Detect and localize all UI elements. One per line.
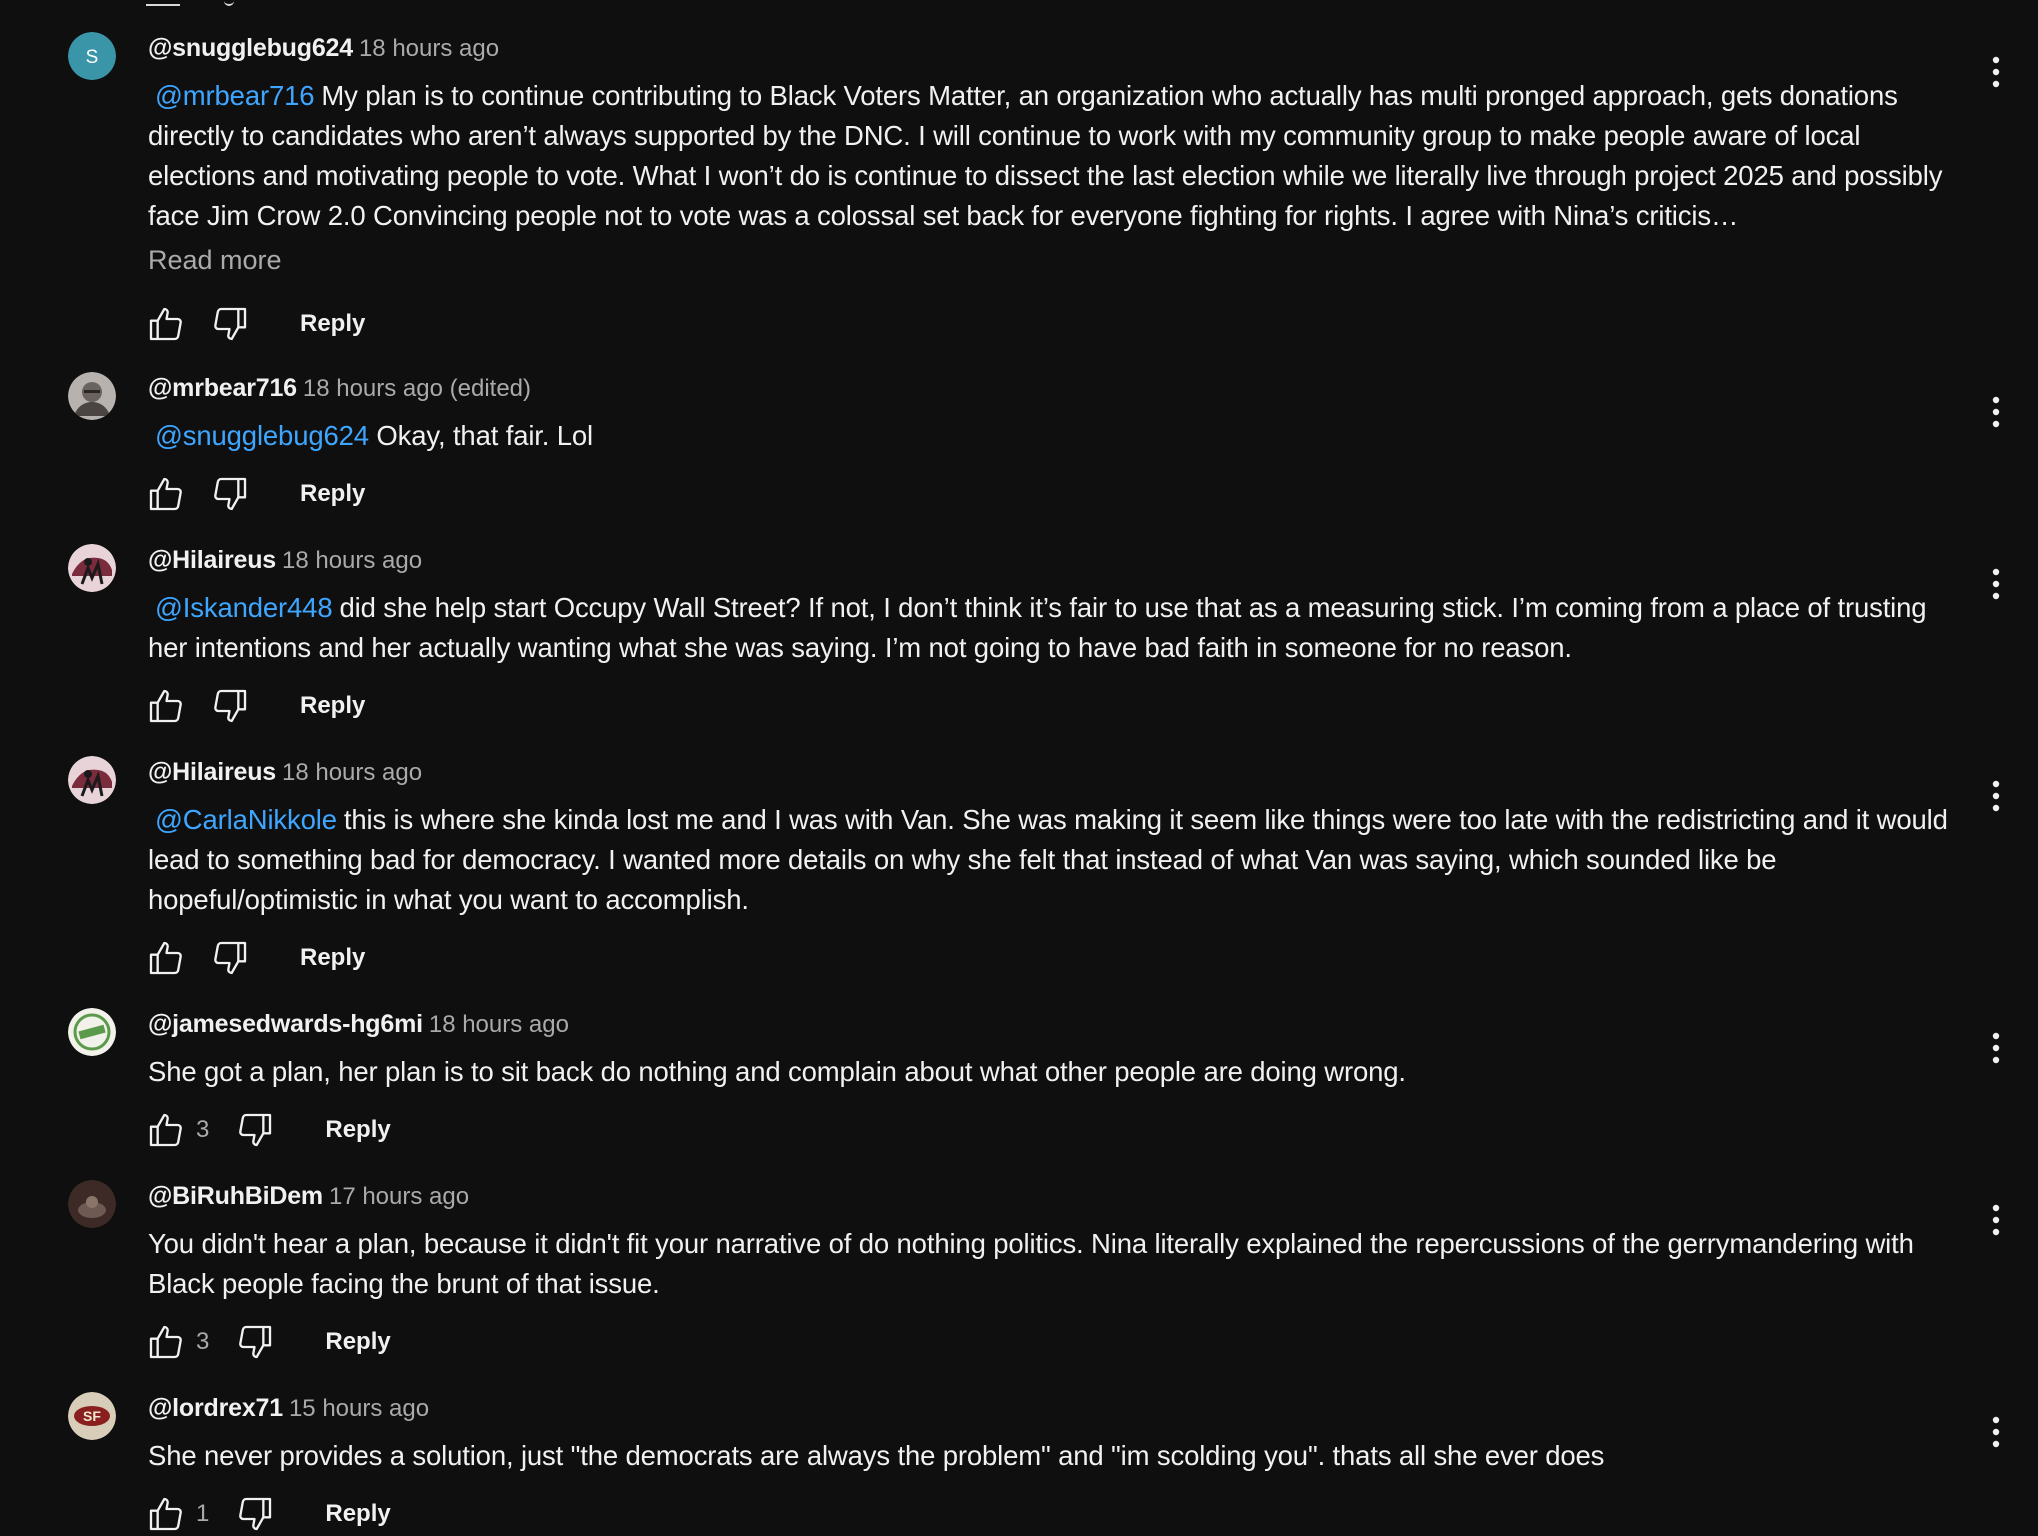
author-name[interactable]: @BiRuhBiDem [148,1182,323,1210]
comment-header: @jamesedwards-hg6mi 18 hours ago [148,1008,569,1040]
timestamp[interactable]: 17 hours ago [329,1183,469,1210]
avatar[interactable] [68,372,116,420]
more-vert-icon[interactable] [1978,1408,2014,1456]
comment-body: did she help start Occupy Wall Street? I… [148,592,1927,663]
comment-actions: Reply [144,302,365,346]
like-count: 3 [196,1328,210,1355]
profile-photo-icon [68,1180,116,1228]
reply-button[interactable]: Reply [300,480,365,508]
comment-body: this is where she kinda lost me and I wa… [148,804,1948,915]
comment-body: She never provides a solution, just "the… [148,1440,1605,1471]
comment-text: @Iskander448 did she help start Occupy Wa… [148,588,1958,668]
partial-like-icon[interactable] [146,0,180,6]
author-name[interactable]: @Hilaireus [148,546,276,574]
comment-body: She got a plan, her plan is to sit back … [148,1056,1406,1087]
reply-button[interactable]: Reply [325,1500,390,1528]
reply-button[interactable]: Reply [300,692,365,720]
timestamp[interactable]: 18 hours ago [282,759,422,786]
author-name[interactable]: @Hilaireus [148,758,276,786]
thumbs-down-icon[interactable] [233,1108,277,1152]
thumbs-down-icon[interactable] [208,472,252,516]
thumbs-up-icon[interactable] [144,684,188,728]
comment-actions: 3 Reply [144,1320,391,1364]
read-more-button[interactable]: Read more [148,242,282,278]
reply-button[interactable]: Reply [300,944,365,972]
thumbs-up-icon[interactable] [144,472,188,516]
author-name[interactable]: @mrbear716 [148,374,297,402]
comment-header: @mrbear716 18 hours ago (edited) [148,372,531,404]
comment-text: @snugglebug624 Okay, that fair. Lol [148,416,1958,456]
reply-button[interactable]: Reply [325,1116,390,1144]
thumbs-up-icon[interactable] [144,1492,188,1536]
mention-link[interactable]: @CarlaNikkole [155,804,337,835]
thumbs-down-icon[interactable] [233,1492,277,1536]
profile-photo-icon: SF [68,1392,116,1440]
thumbs-down-icon[interactable] [208,936,252,980]
svg-text:SF: SF [83,1408,101,1424]
avatar[interactable]: SF [68,1392,116,1440]
avatar[interactable]: S [68,32,116,80]
comment-actions: 3 Reply [144,1108,391,1152]
letter-avatar-icon: S [68,32,116,80]
comment-header: @lordrex71 15 hours ago [148,1392,429,1424]
comment-text: She never provides a solution, just "the… [148,1436,1958,1476]
comment-text: She got a plan, her plan is to sit back … [148,1052,1958,1092]
comment-text: You didn't hear a plan, because it didn'… [148,1224,1958,1304]
mention-link[interactable]: @snugglebug624 [155,420,369,451]
svg-text:S: S [86,47,99,68]
author-name[interactable]: @snugglebug624 [148,34,353,62]
timestamp[interactable]: 18 hours ago [429,1011,569,1038]
avatar[interactable] [68,1008,116,1056]
comment-body: My plan is to continue contributing to B… [148,80,1943,231]
avatar[interactable] [68,756,116,804]
comment-header: @Hilaireus 18 hours ago [148,756,422,788]
more-vert-icon[interactable] [1978,388,2014,436]
thumbs-up-icon[interactable] [144,936,188,980]
author-name[interactable]: @lordrex71 [148,1394,283,1422]
timestamp[interactable]: 18 hours ago [359,35,499,62]
comment-body: You didn't hear a plan, because it didn'… [148,1228,1914,1299]
more-vert-icon[interactable] [1978,1024,2014,1072]
thumbs-up-icon[interactable] [144,302,188,346]
comment-actions: 1 Reply [144,1492,391,1536]
comment-actions: Reply [144,684,365,728]
comment-actions: Reply [144,936,365,980]
profile-photo-icon [68,372,116,420]
more-vert-icon[interactable] [1978,48,2014,96]
partial-dislike-icon[interactable] [224,0,234,6]
timestamp[interactable]: 15 hours ago [289,1395,429,1422]
profile-photo-icon [68,1008,116,1056]
profile-photo-icon [68,544,116,592]
reply-button[interactable]: Reply [300,310,365,338]
comment-header: @Hilaireus 18 hours ago [148,544,422,576]
like-count: 3 [196,1116,210,1143]
comment-text: @CarlaNikkole this is where she kinda los… [148,800,1958,920]
thumbs-down-icon[interactable] [208,302,252,346]
more-vert-icon[interactable] [1978,560,2014,608]
comment-text: @mrbear716 My plan is to continue contrib… [148,76,1958,236]
mention-link[interactable]: @Iskander448 [155,592,333,623]
thumbs-down-icon[interactable] [208,684,252,728]
author-name[interactable]: @jamesedwards-hg6mi [148,1010,423,1038]
timestamp[interactable]: 18 hours ago (edited) [303,375,531,402]
comment-body: Okay, that fair. Lol [376,420,594,451]
like-count: 1 [196,1500,210,1527]
reply-button[interactable]: Reply [325,1328,390,1356]
timestamp[interactable]: 18 hours ago [282,547,422,574]
comment-actions: Reply [144,472,365,516]
comment-header: @BiRuhBiDem 17 hours ago [148,1180,469,1212]
more-vert-icon[interactable] [1978,772,2014,820]
thumbs-up-icon[interactable] [144,1320,188,1364]
thumbs-down-icon[interactable] [233,1320,277,1364]
thumbs-up-icon[interactable] [144,1108,188,1152]
profile-photo-icon [68,756,116,804]
avatar[interactable] [68,1180,116,1228]
avatar[interactable] [68,544,116,592]
more-vert-icon[interactable] [1978,1196,2014,1244]
mention-link[interactable]: @mrbear716 [155,80,315,111]
comment-header: @snugglebug624 18 hours ago [148,32,499,64]
